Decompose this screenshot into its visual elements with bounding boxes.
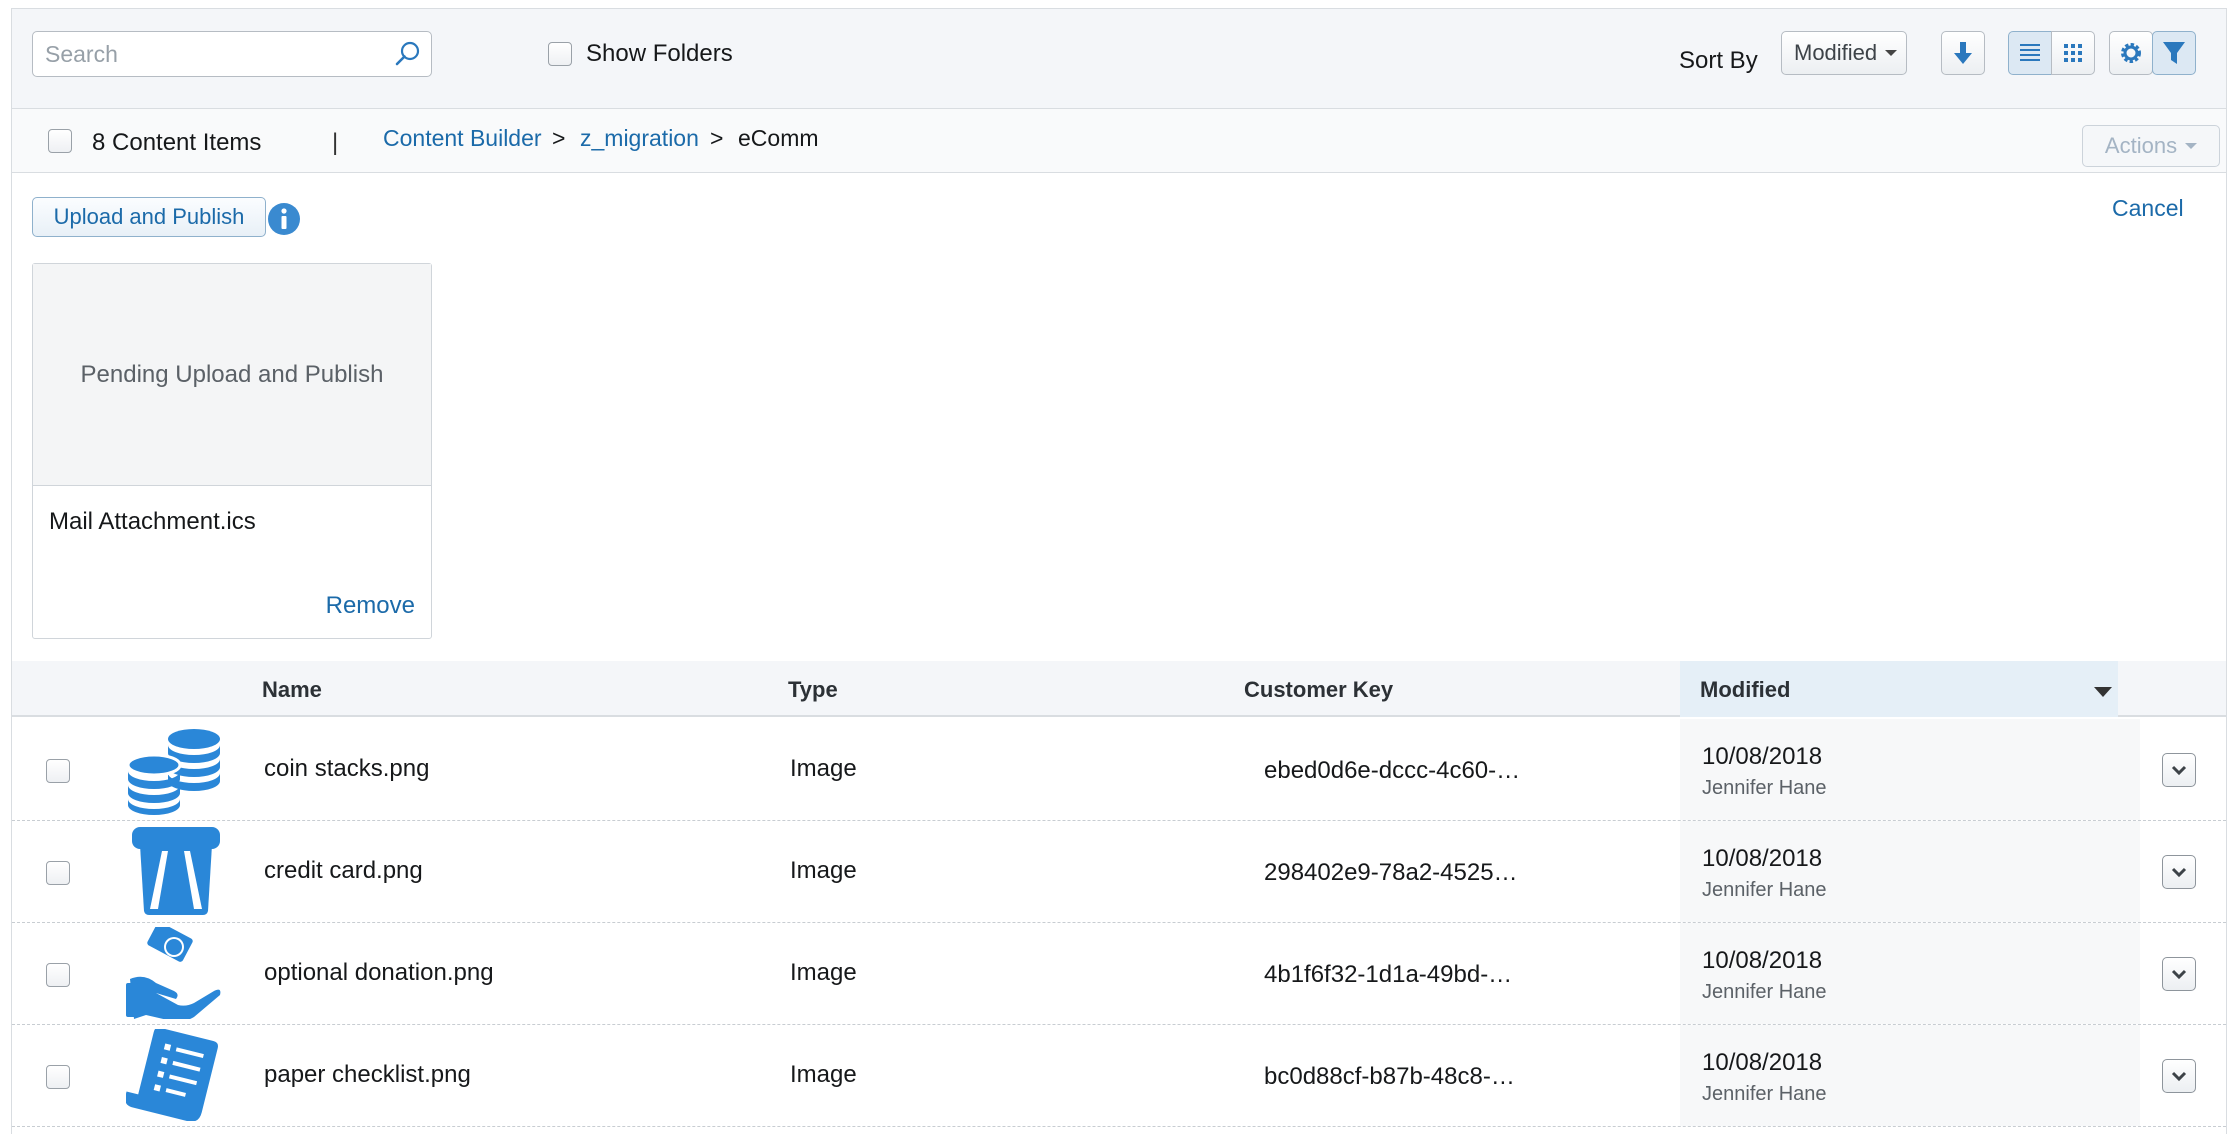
chevron-down-icon <box>2171 1071 2187 1082</box>
pending-upload-label: Pending Upload and Publish <box>80 360 384 388</box>
row-menu-button[interactable] <box>2162 1059 2196 1093</box>
row-modified-date: 10/08/2018 <box>1702 947 1823 974</box>
grid-view-icon <box>2064 44 2082 62</box>
row-menu-button[interactable] <box>2162 957 2196 991</box>
row-menu-button[interactable] <box>2162 855 2196 889</box>
sort-select[interactable]: Modified <box>1781 31 1907 75</box>
filter-button[interactable] <box>2152 31 2196 75</box>
grid-view-button[interactable] <box>2051 31 2095 75</box>
show-folders-label: Show Folders <box>586 40 733 67</box>
row-checkbox[interactable] <box>46 963 70 987</box>
search-input[interactable] <box>45 40 365 68</box>
donation-icon <box>126 927 221 1019</box>
row-type: Image <box>790 1061 857 1088</box>
column-header-name[interactable]: Name <box>262 677 322 703</box>
actions-button[interactable]: Actions <box>2082 125 2220 167</box>
breadcrumb-z-migration[interactable]: z_migration <box>580 125 699 152</box>
breadcrumb-ecomm: eComm <box>738 125 819 151</box>
table-header: Name Type Customer Key Modified <box>12 661 2226 717</box>
row-type: Image <box>790 959 857 986</box>
row-name[interactable]: credit card.png <box>264 857 423 885</box>
list-view-icon <box>2020 44 2040 61</box>
column-header-modified: Modified <box>1700 677 1791 702</box>
cancel-link[interactable]: Cancel <box>2112 195 2184 222</box>
breadcrumb-separator: > <box>552 125 566 151</box>
chevron-down-icon <box>2171 867 2187 878</box>
table-row[interactable]: optional donation.png Image 4b1f6f32-1d1… <box>12 923 2226 1025</box>
chevron-down-icon <box>1885 50 1898 56</box>
sort-select-value: Modified <box>1794 40 1878 65</box>
settings-button[interactable] <box>2109 31 2153 75</box>
chevron-down-icon <box>2171 765 2187 776</box>
column-header-type[interactable]: Type <box>788 677 838 703</box>
row-checkbox[interactable] <box>46 759 70 783</box>
arrow-down-icon <box>1954 42 1972 64</box>
sort-direction-button[interactable] <box>1941 31 1985 75</box>
upload-and-publish-button[interactable]: Upload and Publish <box>32 197 266 237</box>
sort-descending-icon <box>2094 687 2112 697</box>
row-customer-key: ebed0d6e-dccc-4c60-… <box>1264 757 1521 784</box>
row-modified-by: Jennifer Hane <box>1702 1083 1827 1105</box>
chevron-down-icon <box>2185 143 2198 149</box>
table-row[interactable]: credit card.png Image 298402e9-78a2-4525… <box>12 821 2226 923</box>
row-name[interactable]: optional donation.png <box>264 959 494 987</box>
row-name[interactable]: coin stacks.png <box>264 755 429 783</box>
row-modified-date: 10/08/2018 <box>1702 743 1823 770</box>
chevron-down-icon <box>2171 969 2187 980</box>
row-modified-date: 10/08/2018 <box>1702 1049 1823 1076</box>
actions-label: Actions <box>2104 133 2178 158</box>
row-menu-button[interactable] <box>2162 753 2196 787</box>
upload-button-label: Upload and Publish <box>53 204 245 229</box>
row-checkbox[interactable] <box>46 1065 70 1089</box>
list-view-button[interactable] <box>2008 31 2052 75</box>
column-header-customer-key[interactable]: Customer Key <box>1244 677 1393 703</box>
gear-icon <box>2121 43 2141 63</box>
column-header-modified-cell[interactable]: Modified <box>1680 661 2118 717</box>
toolbar: Show Folders Sort By Modified <box>12 9 2226 109</box>
pending-file-name: Mail Attachment.ics <box>49 508 256 535</box>
content-header: 8 Content Items | Content Builder > z_mi… <box>12 109 2226 173</box>
pending-upload-card: Pending Upload and Publish Mail Attachme… <box>32 263 432 639</box>
pending-upload-preview: Pending Upload and Publish <box>33 264 431 486</box>
content-count: 8 Content Items <box>92 129 262 156</box>
show-folders-toggle[interactable]: Show Folders <box>548 37 733 71</box>
row-name[interactable]: paper checklist.png <box>264 1061 471 1089</box>
content-builder-panel: Show Folders Sort By Modified <box>11 8 2227 1134</box>
credit-card-icon <box>132 827 220 915</box>
header-separator: | <box>332 129 339 156</box>
table-row[interactable]: coin stacks.png Image ebed0d6e-dccc-4c60… <box>12 719 2226 821</box>
search-icon[interactable] <box>393 39 423 69</box>
search-box <box>32 31 432 77</box>
breadcrumb-content-builder[interactable]: Content Builder <box>383 125 542 152</box>
info-icon[interactable] <box>266 201 302 237</box>
row-modified-by: Jennifer Hane <box>1702 879 1827 901</box>
table-row[interactable]: paper checklist.png Image bc0d88cf-b87b-… <box>12 1025 2226 1127</box>
coin-stacks-icon <box>126 729 220 815</box>
filter-icon <box>2163 42 2185 64</box>
row-customer-key: 4b1f6f32-1d1a-49bd-… <box>1264 961 1513 988</box>
row-modified-by: Jennifer Hane <box>1702 981 1827 1003</box>
row-customer-key: 298402e9-78a2-4525… <box>1264 859 1518 886</box>
row-modified-by: Jennifer Hane <box>1702 777 1827 799</box>
paper-checklist-icon <box>126 1029 218 1121</box>
row-type: Image <box>790 857 857 884</box>
breadcrumb-separator: > <box>710 125 724 151</box>
sort-by-label: Sort By <box>1679 47 1758 74</box>
row-modified-date: 10/08/2018 <box>1702 845 1823 872</box>
row-checkbox[interactable] <box>46 861 70 885</box>
show-folders-checkbox[interactable] <box>548 42 572 66</box>
remove-link[interactable]: Remove <box>326 592 415 620</box>
row-customer-key: bc0d88cf-b87b-48c8-… <box>1264 1063 1515 1090</box>
select-all-checkbox[interactable] <box>48 129 72 153</box>
row-type: Image <box>790 755 857 782</box>
